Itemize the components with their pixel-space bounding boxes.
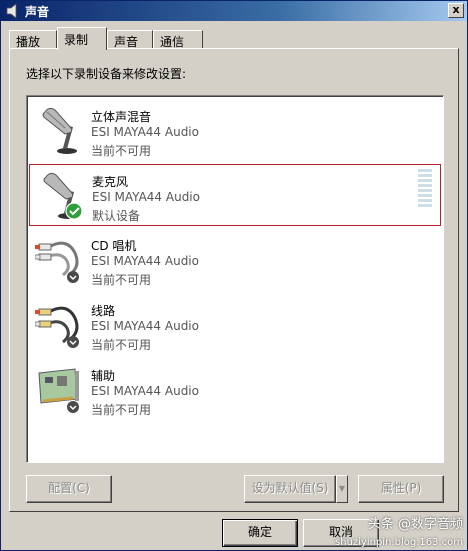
speaker-icon — [6, 3, 17, 19]
set-default-dropdown[interactable]: ▼ — [336, 475, 348, 503]
close-button[interactable]: x — [448, 3, 464, 18]
device-status: 当前不可用 — [91, 338, 152, 352]
recording-panel: 选择以下录制设备来修改设置: 立体声混音 ESI MAYA44 Audio 当前… — [9, 48, 459, 512]
title-bar[interactable]: 声音 x — [1, 1, 467, 21]
tab-recording[interactable]: 录制 — [57, 27, 107, 50]
watermark-url: shuziyinpin.blog.163.com — [335, 537, 463, 548]
watermark-text: 头条 @数字音频 — [367, 517, 463, 532]
device-name: 麦克风 — [92, 175, 129, 189]
device-name: 辅助 — [91, 369, 116, 383]
cd-cable-icon — [35, 241, 79, 283]
level-meter — [418, 169, 432, 211]
chevron-down-icon: ▼ — [338, 484, 346, 493]
sound-card-icon — [38, 368, 79, 413]
microphone-default-icon — [43, 172, 83, 220]
configure-button[interactable]: 配置(C) — [26, 475, 112, 503]
list-item[interactable]: 立体声混音 ESI MAYA44 Audio 当前不可用 — [29, 100, 441, 162]
line-cable-icon — [35, 306, 79, 348]
device-driver: ESI MAYA44 Audio — [91, 319, 199, 333]
close-icon: x — [452, 3, 460, 16]
set-default-button[interactable]: 设为默认值(S) — [244, 475, 336, 503]
properties-button[interactable]: 属性(P) — [358, 475, 444, 503]
microphone-icon — [42, 107, 77, 154]
device-list[interactable]: 立体声混音 ESI MAYA44 Audio 当前不可用 麦克风 ESI MAY… — [26, 95, 444, 463]
ok-button[interactable]: 确定 — [222, 519, 298, 547]
device-status: 当前不可用 — [91, 273, 152, 287]
device-driver: ESI MAYA44 Audio — [91, 384, 199, 398]
list-item-selected[interactable]: 麦克风 ESI MAYA44 Audio 默认设备 — [29, 164, 441, 226]
device-driver: ESI MAYA44 Audio — [91, 254, 199, 268]
sound-dialog: 声音 x 播放 录制 声音 通信 选择以下录制设备来修改设置: 立体声混音 ES… — [0, 0, 468, 551]
tab-sounds[interactable]: 声音 — [107, 30, 153, 49]
tab-communications[interactable]: 通信 — [153, 30, 203, 49]
device-name: 线路 — [91, 304, 116, 318]
device-name: CD 唱机 — [91, 239, 137, 253]
device-status: 默认设备 — [92, 209, 141, 223]
device-driver: ESI MAYA44 Audio — [91, 125, 199, 139]
device-driver: ESI MAYA44 Audio — [92, 190, 200, 204]
list-item[interactable]: 线路 ESI MAYA44 Audio 当前不可用 — [29, 294, 441, 356]
instruction-text: 选择以下录制设备来修改设置: — [26, 67, 187, 81]
device-status: 当前不可用 — [91, 403, 152, 417]
list-item[interactable]: CD 唱机 ESI MAYA44 Audio 当前不可用 — [29, 229, 441, 291]
device-status: 当前不可用 — [91, 144, 152, 158]
list-item[interactable]: 辅助 ESI MAYA44 Audio 当前不可用 — [29, 359, 441, 421]
tab-playback[interactable]: 播放 — [9, 30, 57, 49]
window-title: 声音 — [25, 5, 50, 19]
device-name: 立体声混音 — [91, 110, 152, 124]
